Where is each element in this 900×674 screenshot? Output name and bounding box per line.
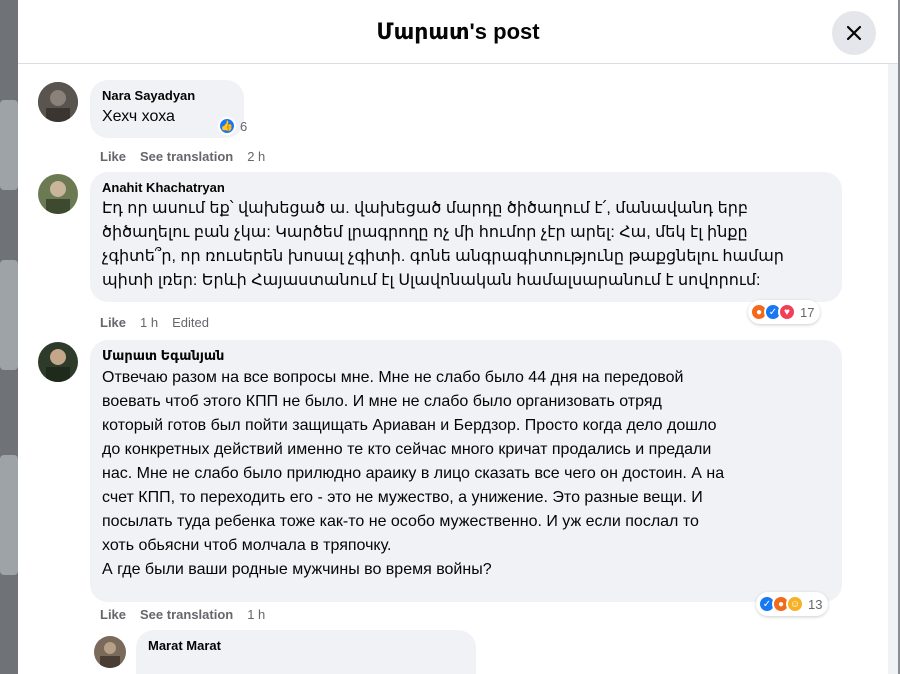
reaction-summary[interactable]: ✓ ● ☺ 13	[756, 592, 829, 616]
comment-timestamp[interactable]: 2 h	[247, 149, 265, 164]
comment-actions: Like 1 h Edited	[100, 315, 209, 330]
comment-actions: Like See translation 2 h	[100, 149, 265, 164]
comment-text: Էդ որ ասում եք՝ վախեցած ա. վախեցած մարդը…	[102, 200, 784, 289]
reaction-count: 13	[808, 596, 823, 612]
reaction-summary[interactable]: 👍 6	[216, 114, 253, 138]
reaction-summary[interactable]: ● ✓ ♥ 17	[748, 300, 821, 324]
avatar[interactable]	[38, 82, 78, 122]
love-reaction-icon: ♥	[778, 303, 796, 321]
avatar[interactable]	[38, 174, 78, 214]
see-translation-button[interactable]: See translation	[140, 149, 233, 164]
background-feed	[0, 0, 18, 674]
close-icon	[846, 25, 862, 41]
comment-author[interactable]: Մարատ Եգանյան	[102, 348, 830, 364]
comment-author[interactable]: Anahit Khachatryan	[102, 180, 830, 195]
comment-author[interactable]: Marat Marat	[148, 638, 464, 653]
comment-text: Отвечаю разом на все вопросы мне. Мне не…	[102, 369, 725, 578]
background-image	[0, 260, 18, 370]
like-button[interactable]: Like	[100, 149, 126, 164]
like-button[interactable]: Like	[100, 607, 126, 622]
like-button[interactable]: Like	[100, 315, 126, 330]
scrollbar[interactable]	[888, 64, 898, 674]
reaction-count: 6	[240, 118, 248, 134]
dialog-header: Մարատ's post	[18, 0, 898, 64]
comment-actions: Like See translation 1 h	[100, 607, 265, 622]
reaction-count: 17	[800, 304, 815, 320]
avatar[interactable]	[38, 342, 78, 382]
like-reaction-icon: 👍	[218, 117, 236, 135]
post-dialog: Մարատ's post Nara Sayadyan Хехч хоха 👍 6…	[18, 0, 898, 674]
comment-timestamp[interactable]: 1 h	[247, 607, 265, 622]
close-button[interactable]	[832, 11, 876, 55]
dialog-title: Մարատ's post	[376, 18, 540, 44]
comment-timestamp[interactable]: 1 h	[140, 315, 158, 330]
comment-author[interactable]: Nara Sayadyan	[102, 88, 232, 103]
background-image	[0, 455, 18, 575]
avatar[interactable]	[94, 636, 126, 668]
comment-bubble: Մարատ Եգանյան Отвечаю разом на все вопро…	[90, 340, 842, 602]
see-translation-button[interactable]: See translation	[140, 607, 233, 622]
edited-label: Edited	[172, 315, 209, 330]
care-reaction-icon: ☺	[786, 595, 804, 613]
comment-bubble: Marat Marat	[136, 630, 476, 674]
comment-bubble: Anahit Khachatryan Էդ որ ասում եք՝ վախեց…	[90, 172, 842, 302]
background-image	[0, 100, 18, 190]
comment-text: Хехч хоха	[102, 108, 175, 125]
